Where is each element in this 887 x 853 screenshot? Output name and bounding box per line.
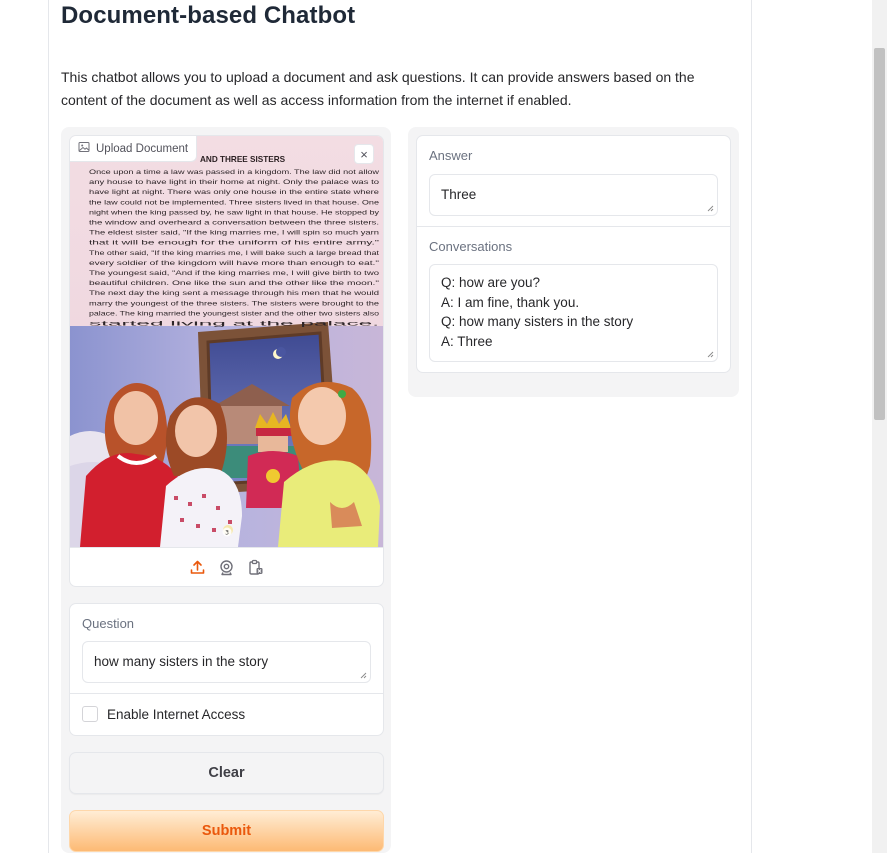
question-input[interactable]: how many sisters in the story: [82, 641, 371, 683]
conversation-line: A: Three: [441, 334, 493, 350]
clipboard-icon[interactable]: [247, 559, 264, 576]
document-text-line: The eldest sister said, "If the king mar…: [89, 230, 379, 237]
document-text-line: the law could not be implemented. Three …: [89, 199, 379, 206]
upload-document-label: Upload Document: [70, 136, 198, 162]
upload-source-toolbar: [70, 547, 383, 586]
document-text-line: beautiful children. One like the sun and…: [89, 280, 380, 287]
conversations-output[interactable]: Q: how are you? A: I am fine, thank you.…: [429, 264, 718, 362]
remove-image-button[interactable]: ×: [354, 144, 374, 164]
document-text-line: The other said, "If the king marries me,…: [89, 250, 379, 257]
document-image: 3 AND THREE SISTERS Once upon a time a l…: [70, 136, 383, 547]
upload-icon[interactable]: [189, 559, 206, 576]
submit-button[interactable]: Submit: [69, 810, 384, 852]
internet-access-checkbox[interactable]: [82, 706, 98, 722]
document-text-line: Once upon a time a law was passed in a k…: [89, 169, 379, 176]
image-icon: [78, 141, 90, 156]
question-divider: [70, 693, 383, 694]
question-input-value: how many sisters in the story: [94, 654, 269, 669]
conversation-line: Q: how many sisters in the story: [441, 314, 634, 330]
resize-handle-icon[interactable]: [707, 205, 714, 212]
document-text-line: marry the youngest of the three sisters.…: [89, 300, 379, 307]
conversation-line: Q: how are you?: [441, 275, 541, 290]
document-text-line: night when the king passed by, he saw li…: [89, 209, 380, 216]
scrollbar-thumb[interactable]: [874, 48, 885, 420]
answer-output-value: Three: [441, 187, 477, 202]
upload-document-panel[interactable]: 3 AND THREE SISTERS Once upon a time a l…: [69, 135, 384, 587]
answer-output[interactable]: Three: [429, 174, 718, 216]
document-heading: AND THREE SISTERS: [200, 155, 286, 164]
resize-handle-icon[interactable]: [360, 672, 367, 679]
right-margin: [752, 0, 872, 853]
clear-button[interactable]: Clear: [69, 752, 384, 794]
page-description: This chatbot allows you to upload a docu…: [61, 69, 695, 108]
document-text-line: the window and overheard a conversation …: [89, 220, 379, 227]
document-text-line: any house to have light in their home at…: [89, 179, 379, 186]
document-text-line: palace. The king married the youngest si…: [89, 310, 379, 317]
answer-panel: Answer Three Conversations Q: how are yo…: [416, 135, 731, 373]
close-icon: ×: [360, 146, 368, 162]
internet-access-option[interactable]: Enable Internet Access: [82, 706, 245, 722]
resize-handle-icon[interactable]: [707, 351, 714, 358]
conversations-label: Conversations: [429, 239, 513, 254]
document-text-line: The next day the king sent a message thr…: [89, 290, 379, 297]
document-text-line: that it will be enough for the uniform o…: [89, 240, 380, 247]
upload-document-label-text: Upload Document: [96, 142, 189, 155]
webcam-icon[interactable]: [218, 559, 235, 576]
document-text-line: started living at the palace.: [89, 321, 379, 328]
document-text-line: have light at night. There was only one …: [89, 189, 379, 196]
answer-divider: [417, 226, 730, 227]
conversation-line: A: I am fine, thank you.: [441, 294, 580, 310]
document-page-number: 3: [225, 530, 229, 537]
question-panel: Question how many sisters in the story E…: [69, 603, 384, 736]
question-label: Question: [82, 616, 135, 631]
page-title: Document-based Chatbot: [61, 2, 356, 29]
internet-access-label: Enable Internet Access: [107, 706, 246, 722]
document-text-line: every soldier of the kingdom will have m…: [89, 260, 380, 267]
answer-label: Answer: [429, 148, 473, 163]
document-text-line: The youngest said, "And if the king marr…: [89, 270, 379, 277]
